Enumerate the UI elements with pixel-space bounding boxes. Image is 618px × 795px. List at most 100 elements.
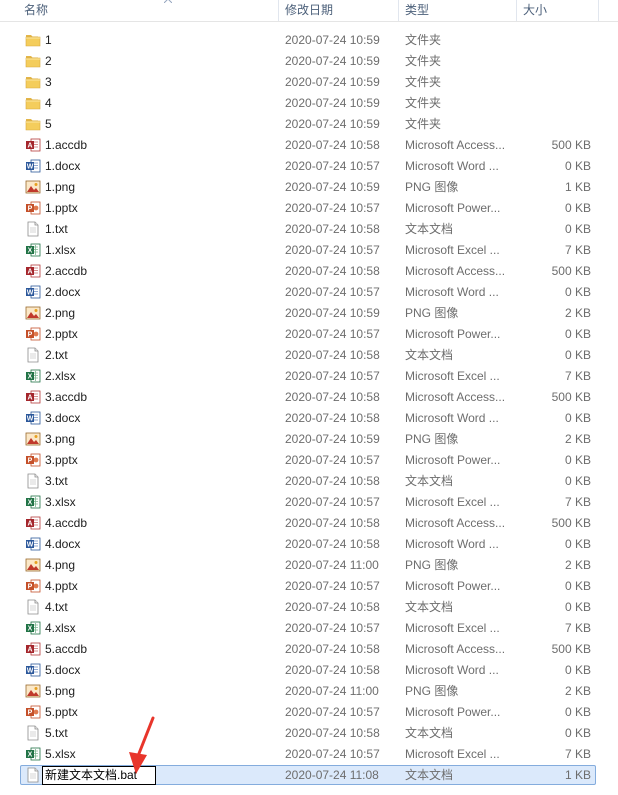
file-type: Microsoft Access... [405, 516, 506, 530]
file-row[interactable]: X 4.xlsx 2020-07-24 10:57 Microsoft Excel .… [0, 618, 618, 639]
file-size: 0 KB [564, 159, 591, 173]
file-row[interactable]: X 2.xlsx 2020-07-24 10:57 Microsoft Excel .… [0, 366, 618, 387]
file-row[interactable]: P 2.pptx 2020-07-24 10:57 Microsoft Power..… [0, 324, 618, 345]
file-row[interactable]: W 1.docx 2020-07-24 10:57 Microsoft Word ..… [0, 156, 618, 177]
folder-icon [25, 74, 41, 90]
image-icon [25, 179, 41, 195]
access-icon: A [25, 137, 41, 153]
file-size: 7 KB [564, 495, 591, 509]
file-row[interactable]: 2 2020-07-24 10:59 文件夹 [0, 51, 618, 72]
svg-text:X: X [28, 374, 33, 381]
file-row[interactable]: W 4.docx 2020-07-24 10:58 Microsoft Word ..… [0, 534, 618, 555]
image-icon [25, 557, 41, 573]
column-header-size[interactable]: 大小 [517, 0, 598, 21]
file-row[interactable]: A 4.accdb 2020-07-24 10:58 Microsoft Access… [0, 513, 618, 534]
file-row[interactable]: 5.png 2020-07-24 11:00 PNG 图像 2 KB [0, 681, 618, 702]
file-type: 文件夹 [405, 33, 442, 47]
file-type: Microsoft Word ... [405, 285, 499, 299]
file-name: 1 [45, 33, 52, 47]
file-name: 2.docx [45, 285, 81, 299]
file-row[interactable]: 5.txt 2020-07-24 10:58 文本文档 0 KB [0, 723, 618, 744]
svg-text:P: P [28, 710, 33, 717]
powerpoint-icon: P [25, 326, 41, 342]
file-date: 2020-07-24 10:59 [285, 75, 380, 89]
file-row[interactable]: 3.png 2020-07-24 10:59 PNG 图像 2 KB [0, 429, 618, 450]
file-name: 3.docx [45, 411, 81, 425]
excel-icon: X [25, 620, 41, 636]
file-row[interactable]: A 1.accdb 2020-07-24 10:58 Microsoft Access… [0, 135, 618, 156]
file-row[interactable]: X 5.xlsx 2020-07-24 10:57 Microsoft Excel .… [0, 744, 618, 765]
image-icon [25, 305, 41, 321]
file-date: 2020-07-24 10:59 [285, 180, 380, 194]
file-date: 2020-07-24 10:58 [285, 663, 380, 677]
file-row[interactable]: 1.png 2020-07-24 10:59 PNG 图像 1 KB [0, 177, 618, 198]
file-name: 5.accdb [45, 642, 88, 656]
file-row[interactable]: 1 2020-07-24 10:59 文件夹 [0, 30, 618, 51]
file-row[interactable]: P 5.pptx 2020-07-24 10:57 Microsoft Power..… [0, 702, 618, 723]
svg-text:W: W [27, 668, 34, 675]
file-row[interactable]: X 3.xlsx 2020-07-24 10:57 Microsoft Excel .… [0, 492, 618, 513]
file-name: 1.xlsx [45, 243, 76, 257]
file-row-renaming[interactable]: 新建文本文档.bat 2020-07-24 11:08 文本文档 1 KB [0, 765, 618, 786]
file-name: 4.png [45, 558, 76, 572]
file-name: 4.accdb [45, 516, 88, 530]
file-type: 文本文档 [405, 348, 454, 362]
file-name: 2.xlsx [45, 369, 76, 383]
file-type: 文件夹 [405, 96, 442, 110]
file-row[interactable]: 4.txt 2020-07-24 10:58 文本文档 0 KB [0, 597, 618, 618]
file-date: 2020-07-24 10:59 [285, 33, 380, 47]
file-date: 2020-07-24 10:57 [285, 747, 380, 761]
file-size: 0 KB [564, 411, 591, 425]
file-type: Microsoft Word ... [405, 663, 499, 677]
file-name: 4.xlsx [45, 621, 76, 635]
column-divider[interactable] [598, 0, 599, 21]
file-row[interactable]: P 3.pptx 2020-07-24 10:57 Microsoft Power..… [0, 450, 618, 471]
folder-icon [25, 53, 41, 69]
file-row[interactable]: A 5.accdb 2020-07-24 10:58 Microsoft Access… [0, 639, 618, 660]
file-type: Microsoft Power... [405, 327, 501, 341]
file-date: 2020-07-24 10:57 [285, 453, 380, 467]
file-size: 0 KB [564, 327, 591, 341]
file-type: Microsoft Excel ... [405, 243, 500, 257]
file-row[interactable]: 4.png 2020-07-24 11:00 PNG 图像 2 KB [0, 555, 618, 576]
column-header-type[interactable]: 类型 [399, 0, 516, 21]
powerpoint-icon: P [25, 200, 41, 216]
image-icon [25, 431, 41, 447]
file-row[interactable]: W 3.docx 2020-07-24 10:58 Microsoft Word ..… [0, 408, 618, 429]
file-size: 7 KB [564, 747, 591, 761]
file-row[interactable]: 2.txt 2020-07-24 10:58 文本文档 0 KB [0, 345, 618, 366]
svg-text:A: A [27, 647, 32, 654]
column-header-bar: 名称 修改日期 类型 大小 [0, 0, 618, 22]
file-row[interactable]: 1.txt 2020-07-24 10:58 文本文档 0 KB [0, 219, 618, 240]
file-row[interactable]: 5 2020-07-24 10:59 文件夹 [0, 114, 618, 135]
file-type: 文本文档 [405, 474, 454, 488]
image-icon [25, 683, 41, 699]
column-header-name[interactable]: 名称 [18, 0, 278, 21]
file-row[interactable]: A 2.accdb 2020-07-24 10:58 Microsoft Access… [0, 261, 618, 282]
file-type: Microsoft Excel ... [405, 747, 500, 761]
file-date: 2020-07-24 10:57 [285, 201, 380, 215]
file-row[interactable]: 3 2020-07-24 10:59 文件夹 [0, 72, 618, 93]
file-type: Microsoft Word ... [405, 537, 499, 551]
file-row[interactable]: 4 2020-07-24 10:59 文件夹 [0, 93, 618, 114]
file-row[interactable]: P 4.pptx 2020-07-24 10:57 Microsoft Power..… [0, 576, 618, 597]
file-date: 2020-07-24 10:57 [285, 243, 380, 257]
file-name: 1.docx [45, 159, 81, 173]
file-size: 0 KB [564, 222, 591, 236]
file-type: PNG 图像 [405, 684, 459, 698]
file-size: 500 KB [551, 642, 591, 656]
file-type: PNG 图像 [405, 180, 459, 194]
file-row[interactable]: X 1.xlsx 2020-07-24 10:57 Microsoft Excel .… [0, 240, 618, 261]
file-row[interactable]: 2.png 2020-07-24 10:59 PNG 图像 2 KB [0, 303, 618, 324]
file-row[interactable]: P 1.pptx 2020-07-24 10:57 Microsoft Power..… [0, 198, 618, 219]
file-row[interactable]: W 5.docx 2020-07-24 10:58 Microsoft Word ..… [0, 660, 618, 681]
file-row[interactable]: W 2.docx 2020-07-24 10:57 Microsoft Word ..… [0, 282, 618, 303]
column-header-name-label: 名称 [24, 3, 49, 17]
file-row[interactable]: A 3.accdb 2020-07-24 10:58 Microsoft Access… [0, 387, 618, 408]
column-header-date[interactable]: 修改日期 [279, 0, 398, 21]
file-row[interactable]: 3.txt 2020-07-24 10:58 文本文档 0 KB [0, 471, 618, 492]
column-header-date-label: 修改日期 [285, 3, 334, 17]
file-type: 文本文档 [405, 600, 454, 614]
file-size: 7 KB [564, 243, 591, 257]
excel-icon: X [25, 242, 41, 258]
